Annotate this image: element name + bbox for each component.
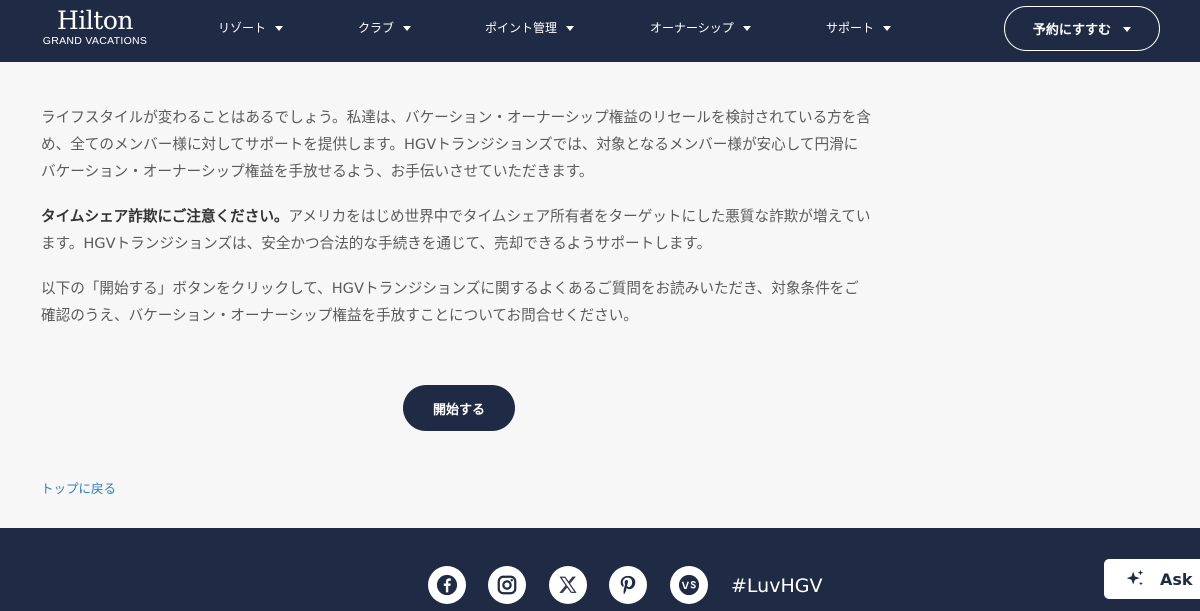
start-button[interactable]: 開始する [403, 385, 515, 431]
caret-down-icon [403, 26, 412, 31]
caret-down-icon [883, 26, 892, 31]
logo-subtitle: GRAND VACATIONS [42, 35, 148, 47]
nav-item-support[interactable]: サポート [826, 20, 892, 36]
instagram-icon [497, 575, 517, 595]
back-to-top-link[interactable]: トップに戻る [41, 480, 116, 498]
hilton-grand-vacations-logo[interactable]: Hilton GRAND VACATIONS [40, 8, 150, 48]
instagram-link[interactable] [488, 566, 526, 604]
facebook-icon [436, 574, 458, 596]
caret-down-icon [566, 26, 575, 31]
facebook-link[interactable] [428, 566, 466, 604]
pinterest-icon [620, 575, 636, 595]
pinterest-link[interactable] [609, 566, 647, 604]
nav-item-ownership[interactable]: オーナーシップ [650, 20, 751, 36]
nav-item-club[interactable]: クラブ [358, 20, 412, 36]
vs-icon [678, 574, 700, 596]
main-content: ライフスタイルが変わることはあるでしょう。私達は、バケーション・オーナーシップ権… [41, 104, 871, 347]
nav-item-label: リゾート [218, 21, 267, 35]
top-navbar: Hilton GRAND VACATIONS リゾート クラブ ポイント管理 オ… [0, 0, 1200, 62]
footer: #LuvHGV [0, 528, 1200, 611]
x-link[interactable] [549, 566, 587, 604]
fraud-warning-heading: タイムシェア詐欺にご注意ください。 [41, 208, 289, 225]
ask-chat-label: Ask [1160, 569, 1193, 589]
nav-item-label: サポート [826, 21, 875, 35]
nav-item-label: クラブ [358, 21, 395, 35]
hashtag-link[interactable]: #LuvHGV [731, 574, 822, 598]
nav-item-label: ポイント管理 [485, 21, 558, 35]
nav-item-points[interactable]: ポイント管理 [485, 20, 575, 36]
fraud-warning-paragraph: タイムシェア詐欺にご注意ください。アメリカをはじめ世界中でタイムシェア所有者をタ… [41, 203, 871, 257]
sparkle-icon [1126, 569, 1144, 586]
x-icon [559, 576, 577, 593]
nav-item-resorts[interactable]: リゾート [218, 20, 284, 36]
caret-down-icon [275, 26, 284, 31]
logo-wordmark: Hilton [57, 6, 134, 35]
nav-item-label: オーナーシップ [650, 21, 734, 35]
ask-chat-button[interactable]: Ask [1103, 558, 1200, 600]
vs-link[interactable] [670, 566, 708, 604]
reserve-button-label: 予約にすすむ [1032, 23, 1112, 38]
intro-paragraph: ライフスタイルが変わることはあるでしょう。私達は、バケーション・オーナーシップ権… [41, 109, 871, 180]
instruction-paragraph: 以下の「開始する」ボタンをクリックして、HGVトランジションズに関するよくあるご… [41, 280, 859, 324]
caret-down-icon [1123, 26, 1132, 32]
reserve-button[interactable]: 予約にすすむ [1004, 6, 1160, 51]
caret-down-icon [742, 26, 751, 31]
